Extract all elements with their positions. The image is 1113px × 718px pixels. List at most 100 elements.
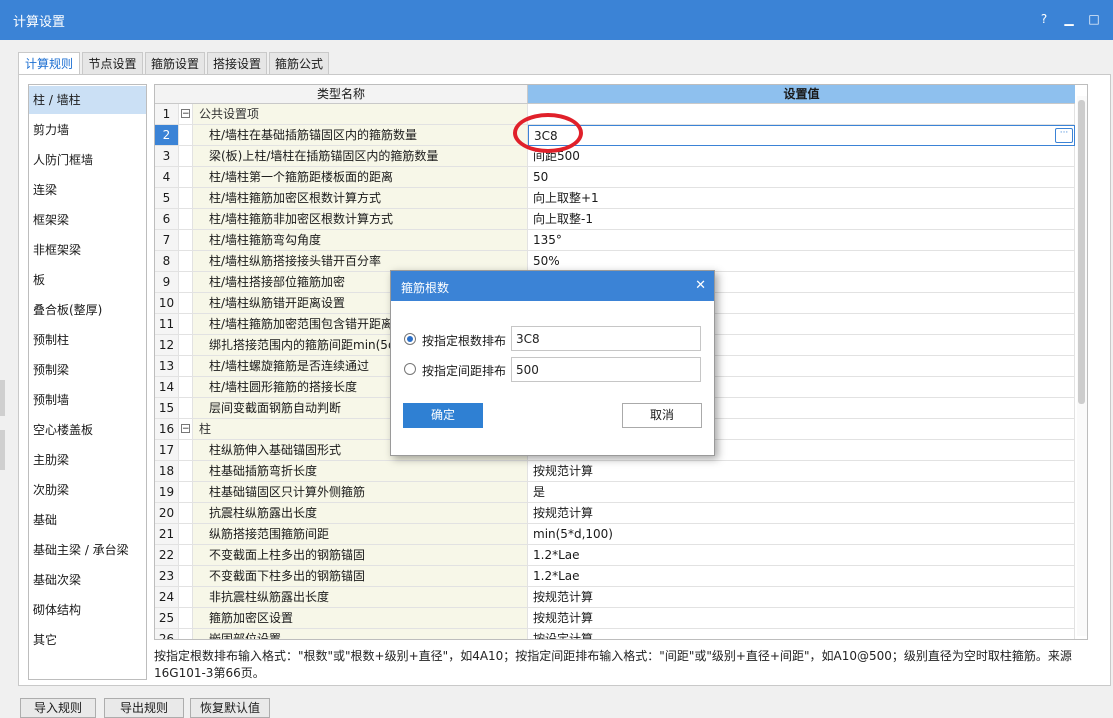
radio-by-count[interactable] (404, 333, 416, 345)
sidebar-item-slab[interactable]: 板 (29, 266, 146, 294)
row-gutter (179, 230, 193, 251)
sidebar-item-precast-column[interactable]: 预制柱 (29, 326, 146, 354)
sidebar-item-civil-defense-door-wall[interactable]: 人防门框墙 (29, 146, 146, 174)
sidebar-item-frame-beam[interactable]: 框架梁 (29, 206, 146, 234)
import-rules-button[interactable]: 导入规则 (20, 698, 96, 718)
row-name: 嵌固部位设置 (193, 629, 528, 639)
export-rules-button[interactable]: 导出规则 (104, 698, 184, 718)
tab-stirrup-formula[interactable]: 箍筋公式 (269, 52, 329, 74)
radio-by-spacing[interactable] (404, 363, 416, 375)
ok-button[interactable]: 确定 (403, 403, 483, 428)
tab-calc-rules[interactable]: 计算规则 (18, 52, 80, 75)
sidebar-item-secondary-rib-beam[interactable]: 次肋梁 (29, 476, 146, 504)
sidebar-item-foundation[interactable]: 基础 (29, 506, 146, 534)
count-input[interactable] (511, 326, 701, 351)
row-value[interactable]: 向上取整+1 (528, 188, 1075, 209)
sidebar-item-foundation-secondary-beam[interactable]: 基础次梁 (29, 566, 146, 594)
close-icon[interactable]: ✕ (695, 278, 706, 293)
column-header-name[interactable]: 类型名称 (155, 85, 528, 104)
sidebar-item-main-rib-beam[interactable]: 主肋梁 (29, 446, 146, 474)
row-name: 柱基础锚固区只计算外侧箍筋 (193, 482, 528, 503)
tab-node-settings[interactable]: 节点设置 (82, 52, 143, 74)
table-row[interactable]: 24 非抗震柱纵筋露出长度 按规范计算 (155, 587, 1087, 608)
restore-defaults-button[interactable]: 恢复默认值 (190, 698, 270, 718)
table-row[interactable]: 1− 公共设置项 (155, 104, 1087, 125)
row-value[interactable]: 间距500 (528, 146, 1075, 167)
row-value[interactable]: 1.2*Lae (528, 566, 1075, 587)
row-name: 柱基础插筋弯折长度 (193, 461, 528, 482)
minimize-icon[interactable]: ▁ (1060, 10, 1078, 28)
row-value[interactable]: 50 (528, 167, 1075, 188)
table-row[interactable]: 23 不变截面下柱多出的钢筋锚固 1.2*Lae (155, 566, 1087, 587)
sidebar-item-hollow-floor[interactable]: 空心楼盖板 (29, 416, 146, 444)
row-value[interactable]: min(5*d,100) (528, 524, 1075, 545)
row-gutter (179, 503, 193, 524)
row-number: 9 (155, 272, 179, 293)
sidebar-item-non-frame-beam[interactable]: 非框架梁 (29, 236, 146, 264)
row-number: 10 (155, 293, 179, 314)
row-name: 不变截面下柱多出的钢筋锚固 (193, 566, 528, 587)
table-row[interactable]: 6 柱/墙柱箍筋非加密区根数计算方式 向上取整-1 (155, 209, 1087, 230)
row-name: 公共设置项 (193, 104, 528, 125)
row-value[interactable]: 是 (528, 482, 1075, 503)
sidebar-item-composite-slab[interactable]: 叠合板(整厚) (29, 296, 146, 324)
table-row[interactable]: 4 柱/墙柱第一个箍筋距楼板面的距离 50 (155, 167, 1087, 188)
collapse-icon[interactable]: − (181, 109, 190, 119)
sidebar-item-shear-wall[interactable]: 剪力墙 (29, 116, 146, 144)
row-number: 3 (155, 146, 179, 167)
table-row[interactable]: 19 柱基础锚固区只计算外侧箍筋是 (155, 482, 1087, 503)
grid-scrollbar-thumb[interactable] (1078, 100, 1085, 404)
row-value[interactable]: 按设定计算 (528, 629, 1075, 639)
table-row[interactable]: 5 柱/墙柱箍筋加密区根数计算方式 向上取整+1 (155, 188, 1087, 209)
table-row[interactable]: 25 箍筋加密区设置 按规范计算 (155, 608, 1087, 629)
cancel-button[interactable]: 取消 (622, 403, 702, 428)
row-value[interactable]: 135° (528, 230, 1075, 251)
row-name: 抗震柱纵筋露出长度 (193, 503, 528, 524)
sidebar-item-foundation-main-beam[interactable]: 基础主梁 / 承台梁 (29, 536, 146, 564)
table-row[interactable]: 8 柱/墙柱纵筋搭接接头错开百分率 50% (155, 251, 1087, 272)
row-value[interactable]: 按规范计算 (528, 587, 1075, 608)
table-row[interactable]: 3 梁(板)上柱/墙柱在插筋锚固区内的箍筋数量 间距500 (155, 146, 1087, 167)
row-number: 18 (155, 461, 179, 482)
spacing-input[interactable] (511, 357, 701, 382)
tab-stirrup-settings[interactable]: 箍筋设置 (145, 52, 205, 74)
sidebar-item-column[interactable]: 柱 / 墙柱 (29, 86, 146, 114)
row-gutter: − (179, 104, 193, 125)
collapse-icon[interactable]: − (181, 424, 190, 434)
row-value[interactable]: 向上取整-1 (528, 209, 1075, 230)
row-value[interactable] (528, 104, 1075, 125)
table-row[interactable]: 18 柱基础插筋弯折长度 按规范计算 (155, 461, 1087, 482)
row-number: 25 (155, 608, 179, 629)
sidebar-item-masonry[interactable]: 砌体结构 (29, 596, 146, 624)
row-value[interactable]: 50% (528, 251, 1075, 272)
sidebar-item-coupling-beam[interactable]: 连梁 (29, 176, 146, 204)
dialog-title-bar: 箍筋根数 ✕ (391, 271, 714, 301)
sidebar-item-other[interactable]: 其它 (29, 626, 146, 654)
ellipsis-button-icon[interactable]: ··· (1055, 128, 1073, 143)
maximize-icon[interactable]: □ (1085, 10, 1103, 28)
table-row[interactable]: 20 抗震柱纵筋露出长度 按规范计算 (155, 503, 1087, 524)
row-value[interactable]: 1.2*Lae (528, 545, 1075, 566)
sidebar-item-precast-wall[interactable]: 预制墙 (29, 386, 146, 414)
row-gutter (179, 566, 193, 587)
table-row[interactable]: 22 不变截面上柱多出的钢筋锚固 1.2*Lae (155, 545, 1087, 566)
row-value[interactable]: 按规范计算 (528, 503, 1075, 524)
row-number: 5 (155, 188, 179, 209)
tab-lap-settings[interactable]: 搭接设置 (207, 52, 267, 74)
row-value[interactable]: 按规范计算 (528, 608, 1075, 629)
row-name: 箍筋加密区设置 (193, 608, 528, 629)
row-number: 17 (155, 440, 179, 461)
table-row[interactable]: 21 纵筋搭接范围箍筋间距 min(5*d,100) (155, 524, 1087, 545)
table-row[interactable]: 26 嵌固部位设置 按设定计算 (155, 629, 1087, 639)
table-row[interactable]: 2 柱/墙柱在基础插筋锚固区内的箍筋数量 3C8 ··· (155, 125, 1087, 146)
row-value[interactable]: 3C8 (528, 125, 1075, 146)
row-number: 19 (155, 482, 179, 503)
help-icon[interactable]: ? (1035, 10, 1053, 28)
row-value[interactable]: 按规范计算 (528, 461, 1075, 482)
table-row[interactable]: 7 柱/墙柱箍筋弯勾角度 135° (155, 230, 1087, 251)
radio-by-spacing-label[interactable]: 按指定间距排布 (422, 362, 506, 379)
row-name: 非抗震柱纵筋露出长度 (193, 587, 528, 608)
sidebar-item-precast-beam[interactable]: 预制梁 (29, 356, 146, 384)
column-header-value[interactable]: 设置值 (528, 85, 1075, 104)
radio-by-count-label[interactable]: 按指定根数排布 (422, 332, 506, 349)
